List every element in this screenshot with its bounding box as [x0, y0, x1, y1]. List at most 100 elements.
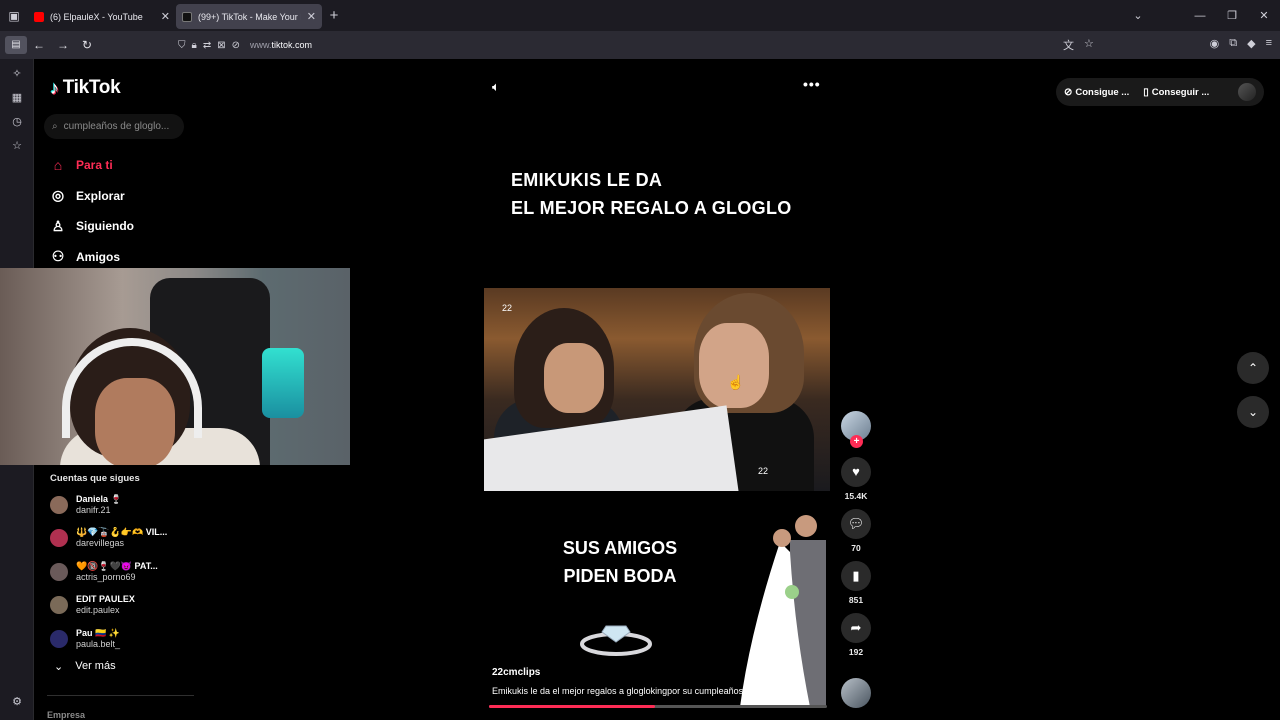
divider [47, 695, 194, 696]
empresa-heading[interactable]: Empresa [47, 710, 85, 720]
url-bar[interactable]: ⛉ 🔒︎ ⇄ ⊠ ⊘ www.tiktok.com [178, 35, 1058, 55]
user-icon: ♙ [51, 217, 65, 234]
tab-youtube[interactable]: (6) ElpauleX - YouTube ✕ [28, 4, 176, 29]
author-avatar[interactable]: + [841, 411, 871, 448]
video-progress-bar[interactable] [489, 705, 827, 708]
tab-tiktok[interactable]: (99+) TikTok - Make Your Day ✕ [176, 4, 322, 29]
clip-number: 22 [758, 466, 769, 476]
tiktok-logo[interactable]: ♪ TikTok [50, 77, 121, 99]
caption-line: PIDEN BODA [563, 566, 677, 586]
url-text: www.tiktok.com [250, 40, 313, 50]
avatar [50, 495, 68, 514]
browser-tab-bar: ▣ (6) ElpauleX - YouTube ✕ (99+) TikTok … [0, 0, 1280, 31]
phone-icon: ▯ [1143, 86, 1149, 98]
avatar [50, 562, 68, 581]
video-description[interactable]: Emikukis le da el mejor regalos a gloglo… [492, 686, 822, 696]
next-video-button[interactable]: ⌄ [1237, 396, 1269, 428]
list-item[interactable]: EDIT PAULEX edit.paulex [50, 589, 200, 623]
menu-label: Siguiendo [76, 219, 134, 234]
compass-icon: ◎ [51, 187, 65, 204]
tab-title: (99+) TikTok - Make Your Day [198, 11, 301, 22]
mouse-cursor-icon: ☝ [727, 374, 745, 390]
following-list: Cuentas que sigues Daniela 🍷 danifr.21 🔱💎… [50, 473, 200, 673]
list-item[interactable]: Pau 🇨🇴 ✨ paula.belt_ [50, 622, 200, 656]
ver-mas-button[interactable]: ⌄ Ver más [54, 660, 200, 673]
caption-line: EL MEJOR REGALO A GLOGLO [511, 198, 792, 218]
search-placeholder: cumpleaños de gloglo... [63, 121, 170, 132]
account-username: danifr.21 [76, 504, 111, 515]
translate-icon[interactable]: 文 [1063, 37, 1074, 53]
bookmarks-icon[interactable]: ☆ [0, 134, 34, 158]
ai-chat-icon[interactable]: ✧ [0, 62, 34, 86]
heart-icon: ♥ [841, 457, 871, 487]
list-item[interactable]: Daniela 🍷 danifr.21 [50, 488, 200, 522]
account-name: 🧡🔞🍷🖤😈 PAT... [76, 560, 158, 571]
comment-button[interactable]: 💬︎ 70 [840, 509, 872, 553]
get-coins-label: Conseguir ... [1151, 86, 1210, 98]
chevron-down-icon: ⌄ [1247, 405, 1259, 419]
previous-video-button[interactable]: ⌃ [1237, 352, 1269, 384]
top-right-bar: ⊘ Consigue ... ▯ Conseguir ... [1056, 78, 1264, 106]
get-app-label: Consigue ... [1075, 86, 1130, 98]
follow-plus-icon[interactable]: + [850, 435, 863, 448]
video-clip[interactable]: 22 22 [484, 288, 830, 491]
more-options-icon[interactable]: ••• [803, 76, 821, 92]
bookmark-star-icon[interactable]: ☆ [1084, 37, 1094, 53]
like-button[interactable]: ♥ 15.4K [840, 457, 872, 501]
menu-item-explorar[interactable]: ◎ Explorar [50, 181, 134, 212]
shield-icon[interactable]: ⛉ [178, 40, 186, 51]
save-button[interactable]: ▮ 851 [840, 561, 872, 605]
new-tab-button[interactable]: + [322, 7, 346, 24]
avatar [50, 529, 68, 548]
get-coins-button[interactable]: ▯ Conseguir ... [1143, 87, 1209, 98]
close-window-icon[interactable]: ✕ [1248, 9, 1280, 22]
permissions-icon[interactable]: ⇄ [203, 40, 211, 51]
menu-label: Para ti [76, 158, 113, 173]
get-app-button[interactable]: ⊘ Consigue ... [1064, 87, 1129, 98]
camera-off-icon[interactable]: ⊠ [217, 40, 225, 51]
volume-icon[interactable]: 🔈︎ [492, 79, 500, 95]
sound-avatar[interactable] [841, 678, 871, 708]
profile-avatar[interactable] [1238, 83, 1256, 101]
list-item[interactable]: 🧡🔞🍷🖤😈 PAT... actris_porno69 [50, 555, 200, 589]
account-icon[interactable]: ◉ [1210, 37, 1220, 50]
share-button[interactable]: ➦ 192 [840, 613, 872, 657]
back-icon[interactable]: ← [27, 38, 51, 52]
reload-icon[interactable]: ↻ [75, 38, 99, 52]
tiktok-favicon-icon [182, 11, 192, 22]
list-item[interactable]: 🔱💎🚡🪝👉🫶 VIL... darevillegas [50, 522, 200, 556]
menu-icon[interactable]: ≡ [1266, 37, 1272, 50]
main-menu: ⌂ Para ti ◎ Explorar ♙ Siguiendo ⚇ Amigo… [50, 150, 134, 272]
menu-item-para-ti[interactable]: ⌂ Para ti [50, 150, 134, 181]
following-header: Cuentas que sigues [50, 473, 140, 484]
history-icon[interactable]: ◷ [0, 110, 34, 134]
caption-line: SUS AMIGOS [562, 538, 678, 558]
list-tabs-icon[interactable]: ⌄ [1122, 9, 1154, 22]
close-tab-icon[interactable]: ✕ [161, 10, 170, 23]
youtube-favicon-icon [34, 11, 44, 22]
tab-overview-icon[interactable]: ▣ [0, 0, 28, 31]
extensions-icon[interactable]: ⧉ [1229, 37, 1237, 50]
synced-tabs-icon[interactable]: ▦ [0, 86, 34, 110]
restore-icon[interactable]: ❐ [1216, 9, 1248, 22]
account-name: Daniela 🍷 [76, 493, 122, 504]
no-autoplay-icon[interactable]: ⊘ [232, 40, 240, 51]
sidebar-toggle-icon[interactable]: ▤ [5, 36, 27, 54]
share-icon: ➦ [841, 613, 871, 643]
friends-icon: ⚇ [51, 248, 65, 265]
minimize-icon[interactable]: — [1184, 10, 1216, 22]
avatar [50, 629, 68, 648]
lock-icon[interactable]: 🔒︎ [192, 40, 197, 51]
video-author[interactable]: 22cmclips [492, 667, 540, 678]
menu-item-siguiendo[interactable]: ♙ Siguiendo [50, 211, 134, 242]
tab-title: (6) ElpauleX - YouTube [50, 11, 143, 22]
discord-icon[interactable]: ◆ [1247, 37, 1255, 50]
tiktok-note-icon: ♪ [50, 77, 59, 98]
comment-count: 70 [851, 543, 861, 553]
close-tab-icon[interactable]: ✕ [307, 10, 316, 23]
forward-icon[interactable]: → [51, 38, 75, 52]
like-count: 15.4K [844, 491, 868, 501]
search-input[interactable]: ⌕ cumpleaños de gloglo... [44, 114, 184, 139]
gear-icon[interactable]: ⚙ [0, 690, 34, 714]
ring-icon [580, 625, 652, 656]
